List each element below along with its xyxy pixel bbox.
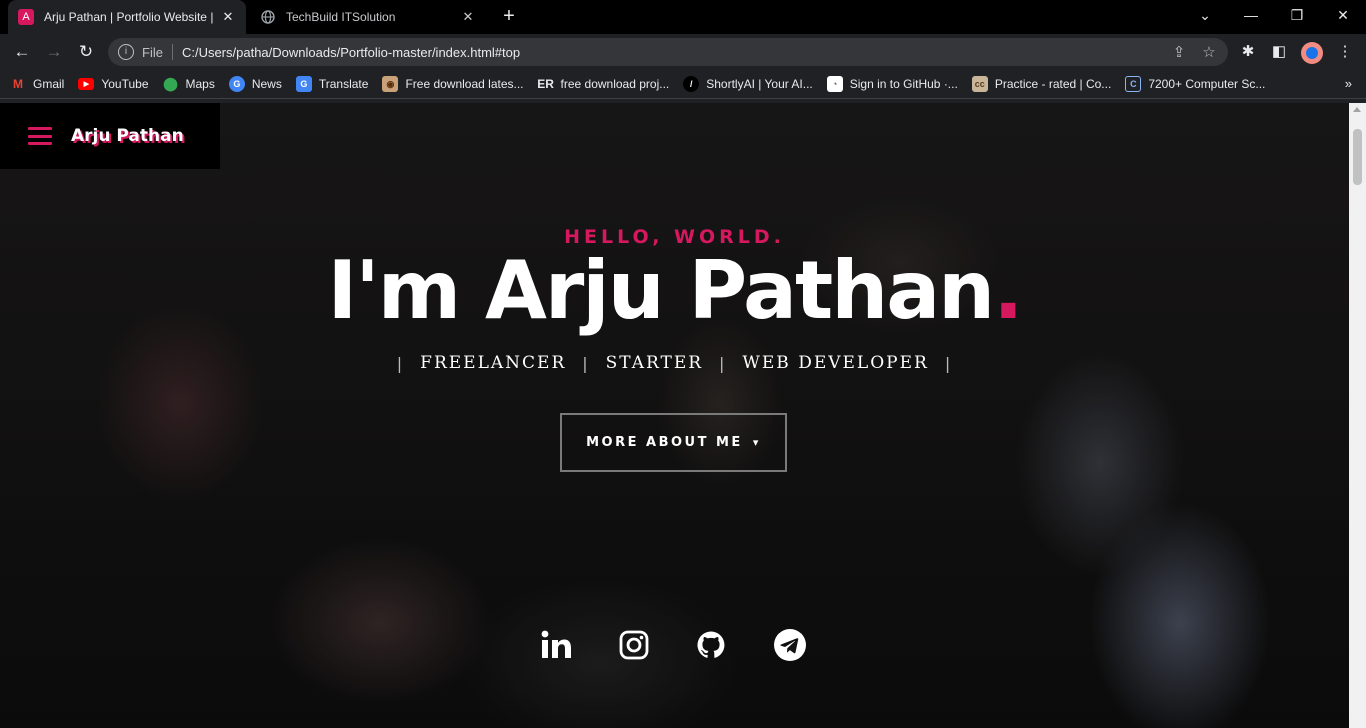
hamburger-menu-icon[interactable] [28, 127, 52, 145]
bookmark-codechef[interactable]: cc Practice - rated | Co... [971, 76, 1111, 92]
linkedin-icon[interactable] [539, 628, 573, 662]
tab-search-icon[interactable]: ⌄ [1182, 0, 1228, 30]
news-icon: G [228, 76, 245, 92]
share-icon[interactable]: ⇪ [1168, 43, 1190, 61]
url-scheme: File [142, 44, 163, 60]
codechef-icon: cc [971, 76, 988, 92]
role-separator: | [944, 353, 953, 373]
reload-icon[interactable]: ↻ [74, 40, 98, 64]
bookmark-translate[interactable]: G Translate [295, 76, 368, 92]
site-logo[interactable]: Arju Pathan [71, 126, 184, 146]
github-icon: ◔ [826, 76, 843, 92]
social-links [0, 628, 1349, 664]
tab-strip: A Arju Pathan | Portfolio Website | I ✕ … [0, 0, 1366, 34]
bookmark-computer-science[interactable]: C 7200+ Computer Sc... [1125, 76, 1265, 92]
close-tab-icon[interactable]: ✕ [220, 9, 236, 25]
instagram-icon[interactable] [617, 628, 651, 662]
bookmark-shortlyai[interactable]: / ShortlyAI | Your AI... [683, 76, 813, 92]
menu-kebab-icon[interactable]: ⋮ [1333, 40, 1357, 64]
portfolio-favicon-icon: A [18, 9, 34, 25]
bookmark-github[interactable]: ◔ Sign in to GitHub ·... [826, 76, 958, 92]
translate-icon: G [295, 76, 312, 92]
url-text[interactable]: C:/Users/patha/Downloads/Portfolio-maste… [182, 45, 1168, 60]
gmail-icon: M [13, 77, 23, 91]
extensions-icon[interactable]: ✱ [1236, 40, 1260, 64]
page-scrollbar[interactable] [1349, 103, 1366, 728]
youtube-icon: ▶ [78, 78, 95, 90]
tab-techbuild[interactable]: TechBuild ITSolution ✕ [250, 0, 486, 34]
back-icon[interactable]: ← [10, 40, 34, 64]
role-separator: | [719, 353, 727, 373]
forward-icon[interactable]: → [42, 40, 66, 64]
bookmark-youtube[interactable]: ▶ YouTube [78, 77, 149, 91]
profile-avatar[interactable] [1301, 42, 1323, 64]
bookmark-projects[interactable]: ER free download proj... [537, 76, 669, 92]
tab-title: TechBuild ITSolution [286, 10, 396, 24]
toolbar: ← → ↻ i File C:/Users/patha/Downloads/Po… [0, 34, 1366, 70]
er-icon: ER [537, 77, 554, 91]
chevron-down-icon: ▾ [752, 436, 761, 449]
download-site-icon: ◉ [382, 76, 399, 92]
headline: I'm Arju Pathan. [327, 244, 1023, 337]
scroll-up-icon[interactable] [1353, 107, 1361, 112]
address-bar[interactable]: i File C:/Users/patha/Downloads/Portfoli… [108, 38, 1228, 66]
bookmark-star-icon[interactable]: ☆ [1198, 43, 1220, 61]
shortlyai-icon: / [683, 76, 700, 92]
new-tab-button[interactable]: + [498, 6, 520, 28]
role-freelancer: FREELANCER [420, 353, 567, 373]
scrollbar-thumb[interactable] [1353, 129, 1362, 185]
bookmarks-bar: M Gmail ▶ YouTube ⬤ Maps G News G Translate ◉… [0, 70, 1366, 99]
globe-icon [260, 9, 276, 25]
browser-chrome: A Arju Pathan | Portfolio Website | I ✕ … [0, 0, 1366, 103]
more-about-me-button[interactable]: MORE ABOUT ME ▾ [560, 413, 787, 472]
info-icon[interactable]: i [118, 44, 134, 60]
divider [171, 44, 173, 60]
github-icon[interactable] [694, 628, 728, 662]
more-bookmarks-icon[interactable]: » [1345, 76, 1352, 91]
hero-section: Arju Pathan HELLO, WORLD. I'm Arju Patha… [0, 103, 1349, 728]
close-tab-icon[interactable]: ✕ [460, 9, 476, 25]
role-separator: | [396, 353, 405, 373]
restore-icon[interactable]: ❐ [1274, 0, 1320, 30]
maps-icon: ⬤ [163, 76, 178, 91]
tab-title: Arju Pathan | Portfolio Website | I [44, 10, 214, 24]
bookmark-news[interactable]: G News [228, 76, 282, 92]
role-web-developer: WEB DEVELOPER [742, 353, 929, 373]
computer-science-icon: C [1125, 76, 1142, 92]
headline-dot: . [993, 244, 1023, 337]
role-separator: | [582, 353, 590, 373]
site-header: Arju Pathan [0, 103, 220, 169]
close-window-icon[interactable]: ✕ [1320, 0, 1366, 30]
role-starter: STARTER [605, 353, 704, 373]
tab-portfolio[interactable]: A Arju Pathan | Portfolio Website | I ✕ [8, 0, 246, 34]
bookmark-free-download[interactable]: ◉ Free download lates... [382, 76, 524, 92]
telegram-icon[interactable] [773, 628, 807, 662]
minimize-icon[interactable]: — [1228, 0, 1274, 30]
bookmark-gmail[interactable]: M Gmail [10, 76, 64, 92]
bookmark-maps[interactable]: ⬤ Maps [163, 76, 215, 92]
roles-list: | FREELANCER | STARTER | WEB DEVELOPER | [0, 353, 1349, 373]
side-panel-icon[interactable]: ◧ [1267, 40, 1291, 64]
